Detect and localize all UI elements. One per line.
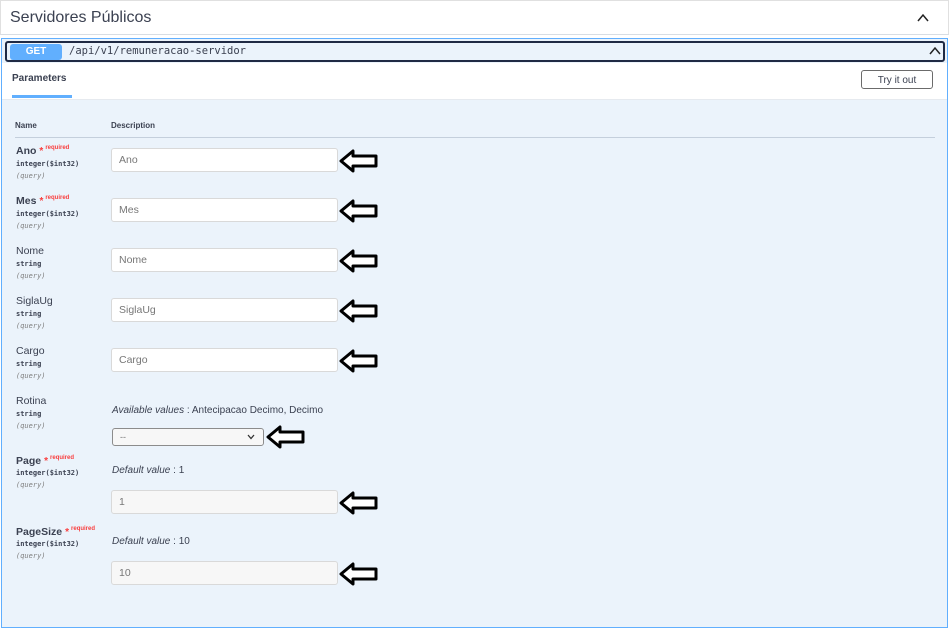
param-name-ano: Ano * required xyxy=(16,145,70,157)
chevron-up-icon[interactable] xyxy=(929,45,941,57)
column-header-name: Name xyxy=(15,121,37,130)
operation-summary[interactable]: GET /api/v1/remuneracao-servidor xyxy=(5,41,945,62)
default-value: Default value : 10 xyxy=(112,536,190,547)
page-input[interactable]: 1 xyxy=(111,490,338,514)
rotina-select[interactable]: -- xyxy=(112,428,264,446)
param-in: (query) xyxy=(16,552,46,560)
param-in: (query) xyxy=(16,272,46,280)
param-name-siglaug: SiglaUg xyxy=(16,295,53,307)
available-values: Available values : Antecipacao Decimo, D… xyxy=(112,405,324,416)
arrow-left-icon xyxy=(339,349,378,373)
pagesize-input[interactable]: 10 xyxy=(111,561,338,585)
default-value: Default value : 1 xyxy=(112,465,185,476)
param-name-cargo: Cargo xyxy=(16,345,45,357)
tab-parameters[interactable]: Parameters xyxy=(12,73,66,90)
tab-underline xyxy=(12,95,72,98)
ano-input[interactable]: Ano xyxy=(111,148,338,172)
mes-input[interactable]: Mes xyxy=(111,198,338,222)
arrow-left-icon xyxy=(339,491,378,515)
try-it-out-button[interactable]: Try it out xyxy=(861,70,933,89)
arrow-left-icon xyxy=(339,562,378,586)
siglaug-input[interactable]: SiglaUg xyxy=(111,298,338,322)
param-in: (query) xyxy=(16,422,46,430)
param-in: (query) xyxy=(16,372,46,380)
arrow-left-icon xyxy=(339,299,378,323)
chevron-down-icon xyxy=(247,434,255,440)
param-type: integer($int32) xyxy=(16,540,80,548)
param-type: string xyxy=(16,310,42,318)
param-name-page: Page * required xyxy=(16,455,75,467)
nome-input[interactable]: Nome xyxy=(111,248,338,272)
param-in: (query) xyxy=(16,172,46,180)
arrow-left-icon xyxy=(339,149,378,173)
column-header-description: Description xyxy=(111,121,156,130)
param-type: integer($int32) xyxy=(16,210,80,218)
chevron-up-icon[interactable] xyxy=(916,11,930,25)
method-badge: GET xyxy=(10,44,62,60)
cargo-input[interactable]: Cargo xyxy=(111,348,338,372)
param-name-pagesize: PageSize * required xyxy=(16,526,96,538)
param-name-rotina: Rotina xyxy=(16,395,47,407)
tag-header[interactable]: Servidores Públicos xyxy=(0,0,949,35)
arrow-left-icon xyxy=(266,425,305,449)
param-name-nome: Nome xyxy=(16,245,45,257)
param-type: string xyxy=(16,260,42,268)
param-type: string xyxy=(16,410,42,418)
arrow-left-icon xyxy=(339,249,378,273)
param-in: (query) xyxy=(16,222,46,230)
param-in: (query) xyxy=(16,322,46,330)
param-type: string xyxy=(16,360,42,368)
header-divider xyxy=(15,137,935,138)
param-type: integer($int32) xyxy=(16,469,80,477)
tag-title: Servidores Públicos xyxy=(10,9,152,26)
operation-path: /api/v1/remuneracao-servidor xyxy=(69,45,247,57)
arrow-left-icon xyxy=(339,199,378,223)
param-name-mes: Mes * required xyxy=(16,195,70,207)
operation-block: GET /api/v1/remuneracao-servidor Paramet… xyxy=(1,38,948,628)
param-in: (query) xyxy=(16,481,46,489)
param-type: integer($int32) xyxy=(16,160,80,168)
parameters-section-header: Parameters Try it out xyxy=(2,63,947,100)
